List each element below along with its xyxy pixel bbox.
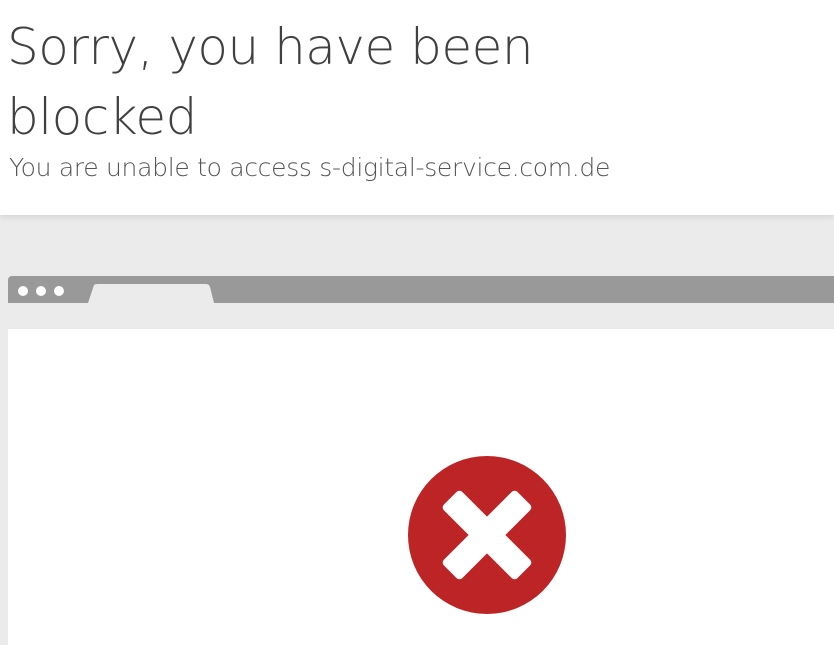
blocked-page: Sorry, you have been blocked You are una… [0, 0, 834, 645]
window-dot-icon [54, 286, 64, 296]
window-dot-icon [36, 286, 46, 296]
window-dot-icon [18, 286, 28, 296]
page-header: Sorry, you have been blocked You are una… [0, 0, 834, 215]
browser-tab-icon [88, 284, 214, 303]
page-title: Sorry, you have been blocked [7, 18, 534, 146]
error-x-circle-icon [408, 456, 566, 614]
browser-title-bar [8, 276, 834, 303]
page-subtitle: You are unable to access s-digital-servi… [9, 153, 611, 182]
